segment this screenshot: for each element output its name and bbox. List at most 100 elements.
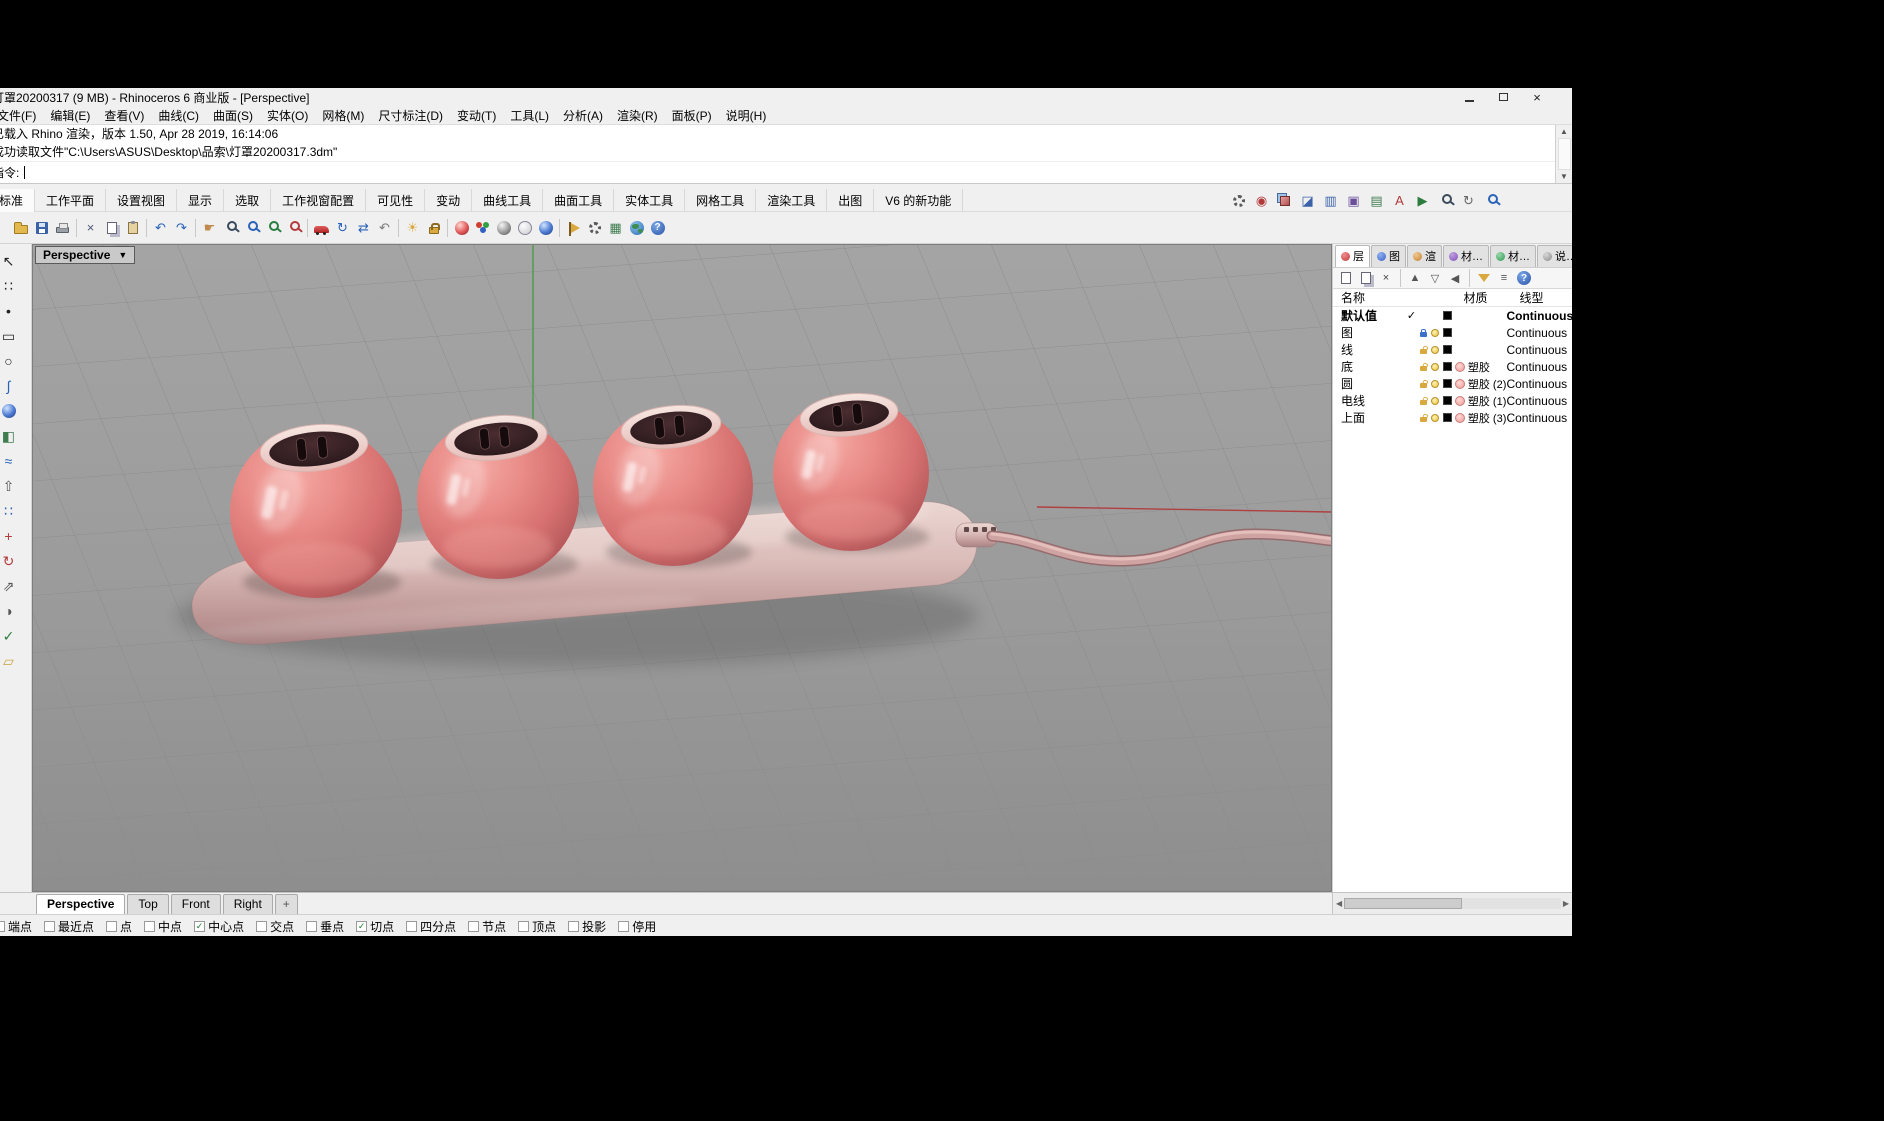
panel-tab[interactable]: 说…: [1537, 245, 1572, 267]
osnap-toggle[interactable]: 垂点: [306, 918, 344, 935]
lock-objects-icon[interactable]: [423, 217, 444, 238]
object-snap-flag-icon[interactable]: [563, 217, 584, 238]
layer-linetype-cell[interactable]: Continuous: [1506, 377, 1572, 391]
clipping-plane-icon[interactable]: ◪: [1297, 190, 1318, 211]
osnap-checkbox[interactable]: [406, 921, 417, 932]
layer-linetype-cell[interactable]: Continuous: [1506, 411, 1572, 425]
select-points-icon[interactable]: ∷: [0, 275, 20, 297]
toolbar-tab[interactable]: 选取: [224, 189, 271, 212]
menu-item[interactable]: 查看(V): [97, 106, 151, 125]
lock-toggle[interactable]: [1418, 328, 1429, 337]
direction-analysis-icon[interactable]: ▶: [1412, 190, 1433, 211]
layer-linetype-cell[interactable]: Continuous: [1506, 360, 1572, 374]
toolbar-tab[interactable]: 可见性: [366, 189, 425, 212]
annotate-icon[interactable]: A: [1389, 190, 1410, 211]
new-layer-icon[interactable]: [1337, 269, 1355, 287]
osnap-checkbox[interactable]: [518, 921, 529, 932]
zoom-selected-icon[interactable]: [283, 217, 304, 238]
collapse-icon[interactable]: ◀: [1446, 269, 1464, 287]
rotate-view-icon[interactable]: ↻: [332, 217, 353, 238]
cut-icon[interactable]: ×: [80, 217, 101, 238]
toolbar-tab[interactable]: 出图: [827, 189, 874, 212]
scroll-up-icon[interactable]: ▲: [1560, 127, 1568, 136]
rectangle-tool-icon[interactable]: ▭: [0, 325, 20, 347]
panel-tab[interactable]: 层: [1335, 245, 1370, 267]
pan-view-icon[interactable]: ⇄: [353, 217, 374, 238]
new-viewport-button[interactable]: +: [275, 894, 298, 914]
toolbar-tab[interactable]: 实体工具: [614, 189, 685, 212]
scroll-left-icon[interactable]: ◀: [1336, 899, 1342, 908]
osnap-toggle[interactable]: 节点: [468, 918, 506, 935]
osnap-checkbox[interactable]: [568, 921, 579, 932]
toolbar-tab[interactable]: 工作视窗配置: [271, 189, 366, 212]
visibility-toggle[interactable]: [1429, 380, 1440, 388]
lock-toggle[interactable]: [1418, 413, 1429, 422]
surface-tool-icon[interactable]: ◧: [0, 425, 20, 447]
osnap-toggle[interactable]: ✓切点: [356, 918, 394, 935]
grid-options-icon[interactable]: ▦: [605, 217, 626, 238]
toolbar-tab[interactable]: 变动: [425, 189, 472, 212]
open-file-icon[interactable]: [10, 217, 31, 238]
curve-tool-icon[interactable]: ∫: [0, 375, 20, 397]
picture-frame-icon[interactable]: ▤: [1366, 190, 1387, 211]
layer-material-cell[interactable]: 塑胶 (2): [1455, 376, 1507, 392]
lock-toggle[interactable]: [1418, 362, 1429, 371]
viewport-title-menu[interactable]: Perspective ▼: [35, 246, 135, 264]
check-tool-icon[interactable]: ✓: [0, 625, 20, 647]
osnap-checkbox[interactable]: [44, 921, 55, 932]
layer-color-swatch[interactable]: [1441, 362, 1455, 371]
maximize-button[interactable]: [1488, 90, 1518, 105]
turntable-icon[interactable]: ↻: [1458, 190, 1479, 211]
group-tools-icon[interactable]: ▣: [1343, 190, 1364, 211]
viewport-canvas[interactable]: [32, 244, 1332, 892]
menu-item[interactable]: 面板(P): [665, 106, 719, 125]
layer-color-swatch[interactable]: [1441, 379, 1455, 388]
toolbar-tab[interactable]: 曲线工具: [472, 189, 543, 212]
visibility-toggle[interactable]: [1429, 414, 1440, 422]
cplane-tool-icon[interactable]: ▱: [0, 650, 20, 672]
lock-toggle[interactable]: [1418, 379, 1429, 388]
shaded-viewport-icon[interactable]: [451, 217, 472, 238]
toolbar-tab[interactable]: 网格工具: [685, 189, 756, 212]
menu-item[interactable]: 曲线(C): [151, 106, 206, 125]
osnap-toggle[interactable]: 投影: [568, 918, 606, 935]
layer-linetype-cell[interactable]: Continuous: [1506, 394, 1572, 408]
layer-row[interactable]: 图Continuous: [1333, 324, 1572, 341]
viewport-tab-right[interactable]: Right: [223, 894, 273, 914]
layer-linetype-cell[interactable]: Continuous: [1506, 309, 1572, 323]
layer-color-swatch[interactable]: [1441, 328, 1455, 337]
visibility-toggle[interactable]: [1429, 397, 1440, 405]
toolbar-tab[interactable]: 设置视图: [106, 189, 177, 212]
layer-color-swatch[interactable]: [1441, 311, 1455, 320]
display-mode-box-icon[interactable]: [1274, 190, 1295, 211]
menu-item[interactable]: 网格(M): [315, 106, 371, 125]
zoom-window-icon[interactable]: [241, 217, 262, 238]
render-preview-icon[interactable]: [472, 217, 493, 238]
menu-item[interactable]: 渲染(R): [610, 106, 665, 125]
options-gear-icon[interactable]: [584, 217, 605, 238]
select-pointer-icon[interactable]: ↖: [0, 250, 20, 272]
osnap-checkbox[interactable]: [256, 921, 267, 932]
viewport-perspective[interactable]: Perspective ▼: [32, 244, 1332, 892]
place-light-icon[interactable]: ☀: [402, 217, 423, 238]
help-icon[interactable]: ?: [1515, 269, 1533, 287]
magnifier-icon[interactable]: [1435, 190, 1456, 211]
scrollbar-thumb[interactable]: [1344, 898, 1462, 909]
toolbar-tab[interactable]: 显示: [177, 189, 224, 212]
osnap-checkbox[interactable]: [306, 921, 317, 932]
osnap-checkbox[interactable]: [106, 921, 117, 932]
zoom-lens-icon[interactable]: [1481, 190, 1502, 211]
point-tool-icon[interactable]: •: [0, 300, 20, 322]
menu-item[interactable]: 编辑(E): [43, 106, 97, 125]
web-browser-icon[interactable]: [626, 217, 647, 238]
osnap-checkbox[interactable]: [468, 921, 479, 932]
pan-hand-icon[interactable]: ☛: [199, 217, 220, 238]
visibility-toggle[interactable]: [1429, 363, 1440, 371]
layer-row[interactable]: 线Continuous: [1333, 341, 1572, 358]
save-file-icon[interactable]: [31, 217, 52, 238]
raytrace-icon[interactable]: ◉: [1251, 190, 1272, 211]
section-tools-icon[interactable]: ▥: [1320, 190, 1341, 211]
rotate-tool-icon[interactable]: ↻: [0, 550, 20, 572]
loft-tool-icon[interactable]: ≈: [0, 450, 20, 472]
panel-tab[interactable]: 材…: [1490, 245, 1536, 267]
